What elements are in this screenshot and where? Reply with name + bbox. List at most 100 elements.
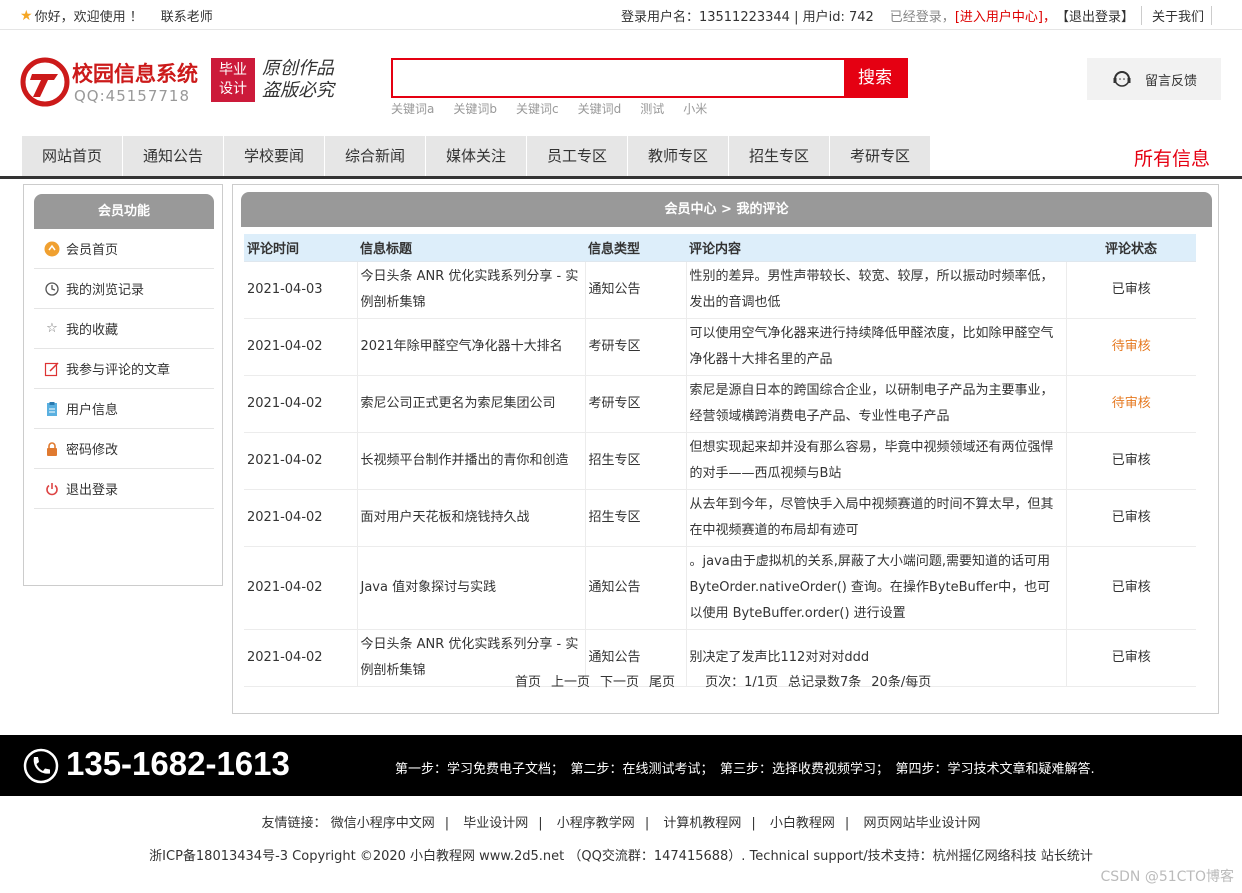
comment-time: 2021-04-02 [244,375,358,433]
info-title-link[interactable]: 索尼公司正式更名为索尼集团公司 [357,375,586,433]
badge-line-1: 毕业 [219,62,247,78]
per-page: 20条/每页 [871,675,932,690]
search-box: 搜索 [391,58,908,98]
power-icon [44,481,60,497]
comments-panel: 会员中心 > 我的评论 评论时间 信息标题 信息类型 评论内容 评论状态 202… [232,184,1219,714]
table-row: 2021-04-03 今日头条 ANR 优化实践系列分享 - 实例剖析集锦 通知… [244,261,1196,319]
comment-content: 但想实现起来却并没有那么容易，毕竟中视频领域还有两位强悍的对手——西瓜视频与B站 [686,432,1067,490]
friend-link[interactable]: 小程序教学网 [557,816,635,831]
login-user-info: 登录用户名：13511223344 | 用户id: 742 [620,10,874,25]
info-type: 招生专区 [585,432,687,490]
column-header: 信息类型 [585,234,686,262]
sidebar-title: 会员功能 [34,194,214,229]
comment-time: 2021-04-02 [244,318,358,376]
sidebar-item-history[interactable]: 我的浏览记录 [34,269,214,309]
prev-page-link[interactable]: 上一页 [551,671,590,690]
feedback-button[interactable]: 留言反馈 [1087,58,1221,100]
keyword-link[interactable]: 关键词a [391,100,434,117]
slogan: 原创作品 盗版必究 [262,58,334,102]
friend-link[interactable]: 小白教程网 [770,816,835,831]
nav-divider [0,176,1242,179]
search-button[interactable]: 搜索 [844,60,906,96]
sidebar-item-label: 密码修改 [66,443,119,458]
info-title-link[interactable]: 今日头条 ANR 优化实践系列分享 - 实例剖析集锦 [357,261,586,319]
lock-icon [44,441,60,457]
comment-status: 待审核 [1066,375,1196,433]
friend-links-label: 友情链接： [261,816,327,831]
info-type: 通知公告 [585,261,687,319]
sidebar-item-label: 用户信息 [66,403,119,418]
info-type: 考研专区 [585,375,687,433]
comment-status: 已审核 [1066,261,1196,319]
star-icon: ☆ [46,321,58,336]
nav-item-teacher[interactable]: 教师专区 [628,136,729,176]
nav-item-admission[interactable]: 招生专区 [729,136,830,176]
slogan-line-1: 原创作品 [262,58,334,79]
column-header: 评论状态 [1066,234,1196,262]
info-title-link[interactable]: 长视频平台制作并播出的青你和创造 [357,432,586,490]
sidebar-item-label: 退出登录 [66,483,119,498]
friend-link[interactable]: 微信小程序中文网 [331,816,435,831]
table-row: 2021-04-02 Java 值对象探讨与实践 通知公告 。java由于虚拟机… [244,546,1196,630]
keyword-link[interactable]: 小米 [683,100,707,117]
logo-icon[interactable] [20,57,70,107]
search-input[interactable] [393,60,845,96]
info-type: 通知公告 [585,546,687,630]
info-title-link[interactable]: 2021年除甲醛空气净化器十大排名 [357,318,586,376]
info-type: 招生专区 [585,489,687,547]
nav-item-school-news[interactable]: 学校要闻 [224,136,325,176]
site-qq: QQ:45157718 [74,87,191,105]
comment-status: 已审核 [1066,432,1196,490]
sidebar-item-label: 我的收藏 [66,323,119,338]
user-center-link[interactable]: [进入用户中心]， [955,6,1056,25]
nav-item-home[interactable]: 网站首页 [22,136,123,176]
sidebar-item-commented-articles[interactable]: 我参与评论的文章 [34,349,214,389]
sidebar-item-user-info[interactable]: 用户信息 [34,389,214,429]
keyword-link[interactable]: 关键词d [578,100,622,117]
keyword-list: 关键词a 关键词b 关键词c 关键词d 测试 小米 [391,100,707,117]
comment-content: 可以使用空气净化器来进行持续降低甲醛浓度，比如除甲醛空气净化器十大排名里的产品 [686,318,1067,376]
page-indicator: 页次：1/1页 [705,675,778,690]
about-us-link[interactable]: 关于我们 [1152,6,1204,25]
nav-item-postgrad[interactable]: 考研专区 [830,136,931,176]
contact-teacher-link[interactable]: 联系老师 [161,6,213,25]
info-title-link[interactable]: Java 值对象探讨与实践 [357,546,586,630]
sidebar-item-label: 我的浏览记录 [66,283,145,298]
next-page-link[interactable]: 下一页 [600,671,639,690]
watermark: CSDN @51CTO博客 [1100,869,1234,885]
sidebar-item-favorites[interactable]: ☆ 我的收藏 [34,309,214,349]
nav-item-media[interactable]: 媒体关注 [426,136,527,176]
comment-time: 2021-04-02 [244,629,358,687]
friend-link[interactable]: 毕业设计网 [463,816,528,831]
slogan-line-2: 盗版必究 [262,80,334,101]
phone-icon [23,748,59,788]
nav-item-general-news[interactable]: 综合新闻 [325,136,426,176]
member-sidebar: 会员功能 会员首页 我的浏览记录 ☆ 我的收藏 我参与评论的文章 用户信息 密码… [23,184,223,586]
logged-in-status: 已经登录， [889,10,955,25]
info-type: 考研专区 [585,318,687,376]
keyword-link[interactable]: 测试 [640,100,664,117]
sidebar-item-member-home[interactable]: 会员首页 [34,229,214,269]
nav-item-staff[interactable]: 员工专区 [527,136,628,176]
badge-line-2: 设计 [219,81,247,97]
keyword-link[interactable]: 关键词c [516,100,559,117]
info-title-link[interactable]: 面对用户天花板和烧钱持久战 [357,489,586,547]
column-header: 评论时间 [244,234,357,262]
friend-link[interactable]: 计算机教程网 [663,816,741,831]
friend-link[interactable]: 网页网站毕业设计网 [863,816,980,831]
sidebar-item-change-password[interactable]: 密码修改 [34,429,214,469]
feedback-label: 留言反馈 [1145,73,1198,89]
logout-link[interactable]: 【退出登录】 [1056,6,1134,25]
top-bar: ★ 你好，欢迎使用 ！ 联系老师 登录用户名：13511223344 | 用户i… [0,0,1242,30]
keyword-link[interactable]: 关键词b [453,100,497,117]
column-header: 信息标题 [357,234,585,262]
home-icon [44,241,60,257]
last-page-link[interactable]: 尾页 [649,671,675,690]
all-info-link[interactable]: 所有信息 [1134,144,1210,171]
star-icon: ★ [20,7,33,24]
nav-item-notice[interactable]: 通知公告 [123,136,224,176]
main-nav: 网站首页 通知公告 学校要闻 综合新闻 媒体关注 员工专区 教师专区 招生专区 … [22,136,931,176]
first-page-link[interactable]: 首页 [515,671,541,690]
comment-content: 。java由于虚拟机的关系,屏蔽了大小端问题,需要知道的话可用 ByteOrde… [686,546,1067,630]
sidebar-item-logout[interactable]: 退出登录 [34,469,214,509]
